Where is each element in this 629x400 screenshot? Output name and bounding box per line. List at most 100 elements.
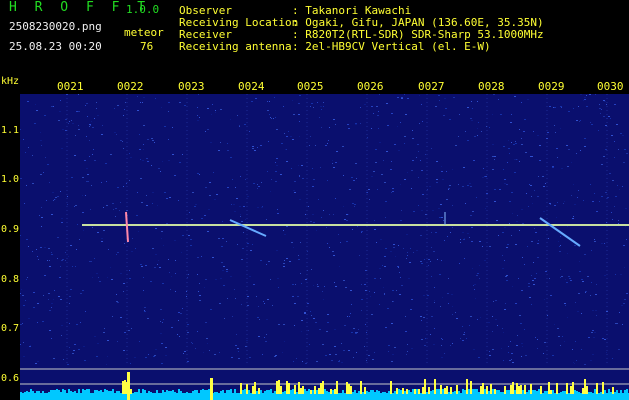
noise-pixel [578,293,580,294]
noise-pixel [626,239,627,240]
noise-pixel [470,316,472,317]
noise-pixel [506,275,508,276]
noise-pixel [391,192,392,193]
noise-pixel [592,310,594,311]
noise-pixel [375,149,377,150]
noise-pixel [579,271,581,272]
level-bar [432,390,434,394]
level-bar [64,390,66,394]
noise-pixel [511,114,512,115]
noise-pixel [567,317,568,318]
noise-pixel [599,104,600,105]
noise-pixel [161,238,162,239]
level-bar [536,391,538,394]
noise-pixel [449,119,451,120]
noise-pixel [294,325,295,326]
noise-pixel [385,201,387,202]
noise-pixel [128,330,130,331]
noise-pixel [364,284,366,285]
noise-pixel [67,204,68,205]
noise-pixel [190,245,192,246]
noise-pixel [77,224,78,225]
noise-pixel [489,355,491,356]
noise-pixel [35,363,37,364]
level-bar [484,389,486,394]
noise-pixel [448,189,449,190]
noise-pixel [361,232,362,233]
noise-pixel [32,251,33,252]
noise-pixel [214,199,216,200]
level-bar [324,389,326,394]
level-bar [396,388,398,394]
noise-pixel [141,202,143,203]
noise-pixel [397,97,399,98]
noise-pixel [304,313,306,314]
noise-pixel [471,227,473,228]
noise-pixel [101,238,103,239]
noise-pixel [375,162,377,163]
noise-pixel [310,136,311,137]
noise-pixel [61,325,63,326]
noise-pixel [516,345,518,346]
noise-pixel [592,354,594,355]
level-bar [260,390,262,394]
noise-pixel [20,324,22,325]
noise-pixel [590,184,591,185]
noise-pixel [310,106,311,107]
noise-pixel [331,360,333,361]
noise-pixel [57,237,59,238]
noise-pixel [355,333,357,334]
noise-pixel [219,352,220,353]
level-bar [216,392,218,394]
noise-pixel [444,353,445,354]
noise-pixel [222,270,224,271]
noise-pixel [294,303,296,304]
noise-pixel [421,320,422,321]
level-bar [446,386,448,394]
noise-pixel [565,305,566,306]
noise-pixel [82,195,83,196]
noise-pixel [45,157,46,158]
noise-pixel [293,114,295,115]
noise-pixel [441,166,442,167]
noise-pixel [373,113,374,114]
noise-pixel [33,307,35,308]
level-bar [496,390,498,394]
noise-pixel [441,217,443,218]
noise-pixel [278,324,280,325]
noise-pixel [28,147,29,148]
level-bar [164,392,166,394]
level-bar [102,392,104,394]
noise-pixel [408,278,410,279]
noise-pixel [315,322,317,323]
level-bar [42,391,44,394]
level-bar [226,390,228,394]
noise-pixel [179,102,181,103]
level-bar [456,385,458,394]
noise-pixel [521,138,522,139]
noise-pixel [220,109,222,110]
noise-pixel [203,352,204,353]
noise-pixel [155,98,156,99]
noise-pixel [510,341,511,342]
noise-pixel [98,277,99,278]
noise-pixel [333,255,335,256]
noise-pixel [377,189,378,190]
noise-pixel [68,256,69,257]
noise-pixel [71,177,73,178]
noise-pixel [407,351,408,352]
level-bar [512,382,514,394]
noise-pixel [181,252,182,253]
noise-pixel [300,273,301,274]
noise-pixel [462,186,464,187]
noise-pixel [69,323,70,324]
noise-pixel [515,303,517,304]
noise-pixel [561,168,563,169]
noise-pixel [527,246,528,247]
noise-pixel [315,145,316,146]
noise-pixel [547,315,548,316]
noise-pixel [431,316,433,317]
noise-pixel [291,242,293,243]
level-bar [54,390,56,394]
noise-pixel [86,136,87,137]
